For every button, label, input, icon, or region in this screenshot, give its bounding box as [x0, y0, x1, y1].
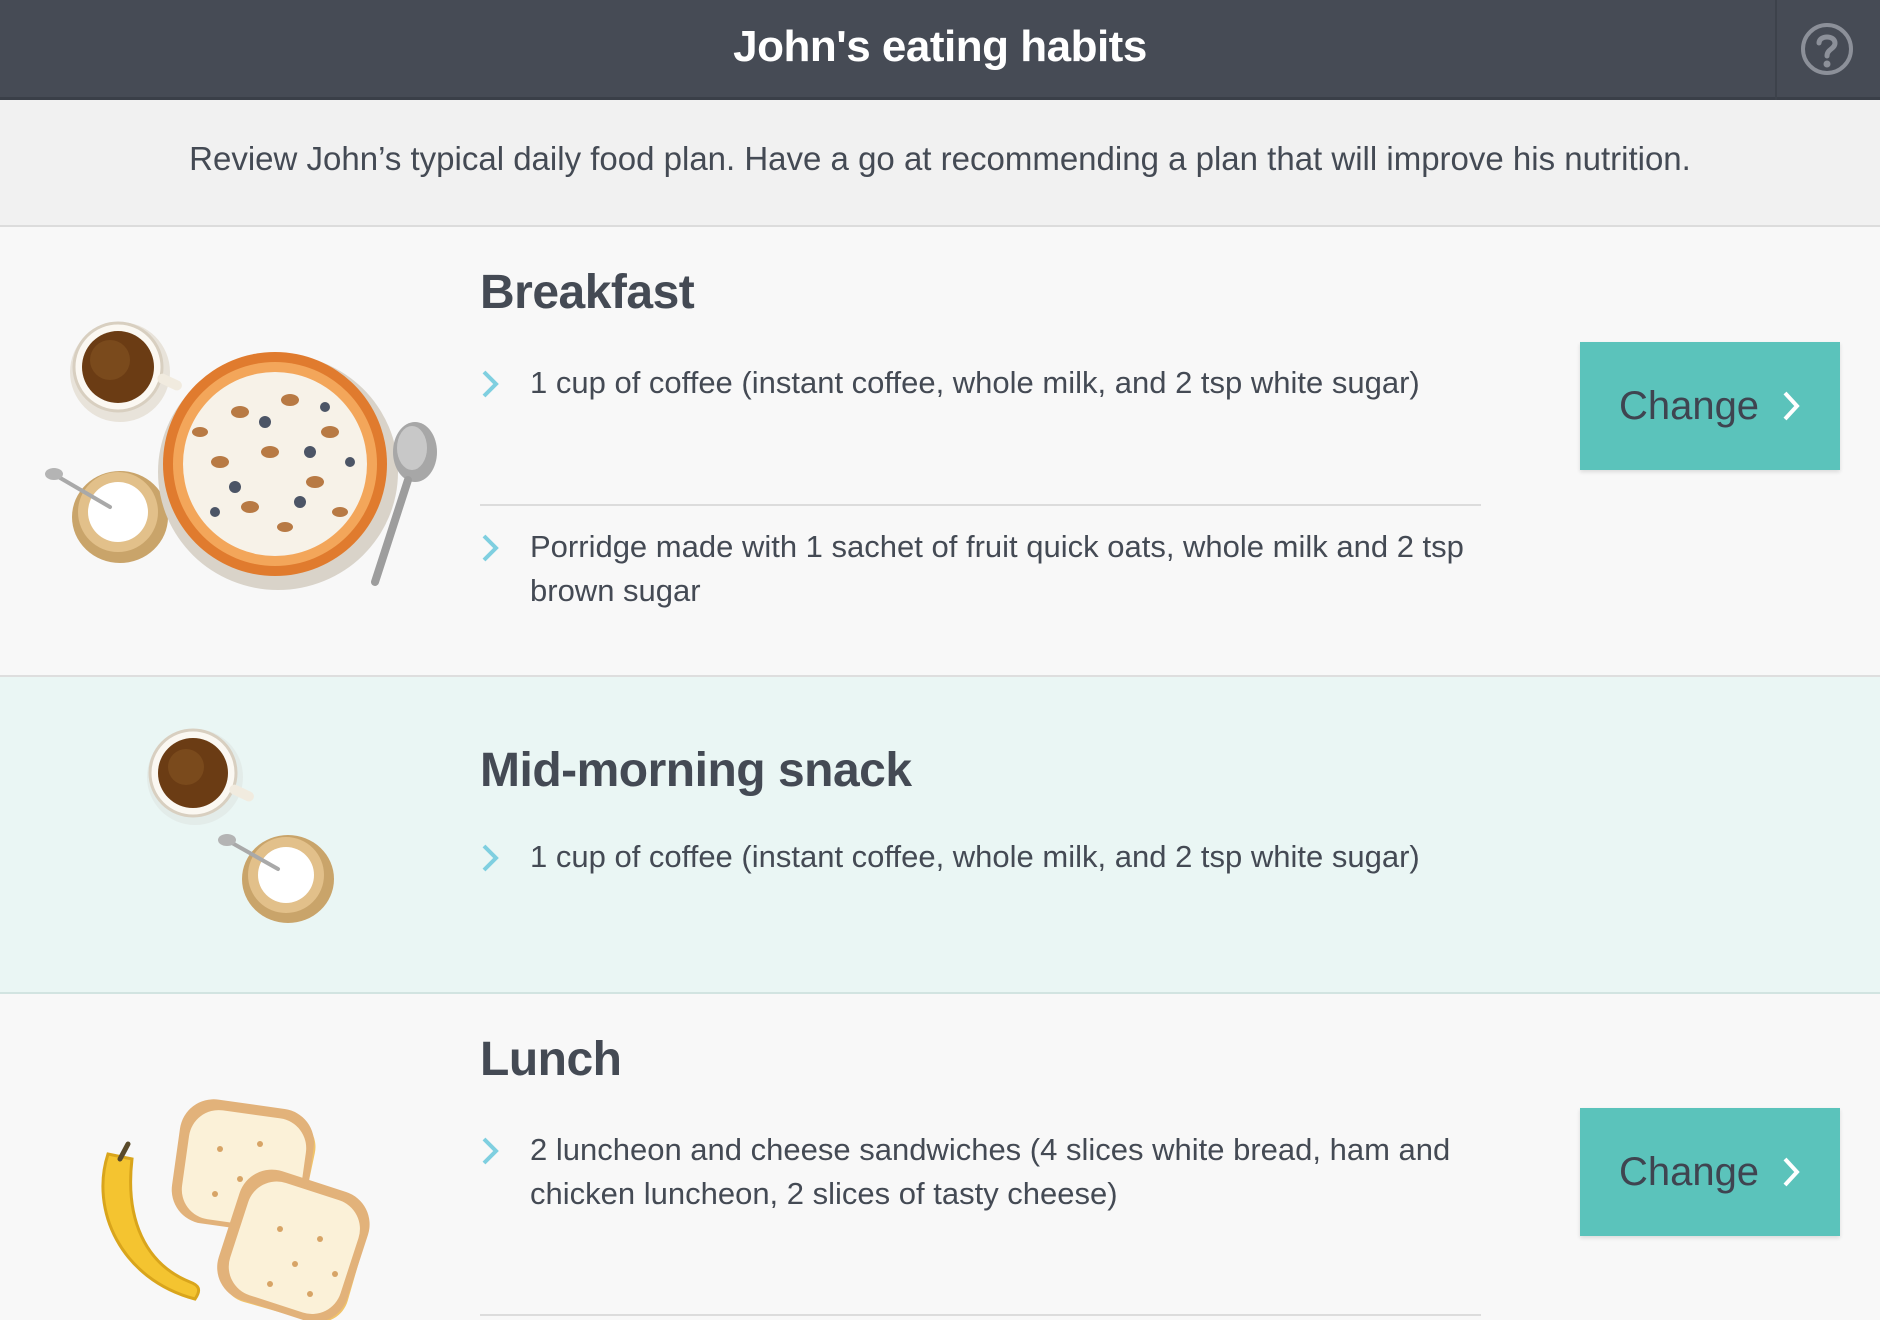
intro-text: Review John’s typical daily food plan. H…: [189, 140, 1691, 177]
meal-section-snack: Mid-morning snack 1 cup of coffee (insta…: [0, 677, 1880, 994]
list-item-text: 1 cup of coffee (instant coffee, whole m…: [530, 839, 1420, 874]
item-divider: [480, 1314, 1481, 1316]
intro-banner: Review John’s typical daily food plan. H…: [0, 100, 1880, 227]
meal-section-lunch: Lunch 2 luncheon and cheese sandwiches (…: [0, 994, 1880, 1320]
header-bar: John's eating habits: [0, 0, 1880, 100]
change-button-label: Change: [1618, 383, 1760, 428]
change-button-label: Change: [1618, 1149, 1760, 1194]
coffee-sugar-illustration: [147, 728, 334, 923]
chevron-right-icon: [1783, 1157, 1800, 1187]
coffee-sugar-porridge-illustration: [45, 321, 437, 590]
header-divider: [1775, 0, 1777, 100]
change-breakfast-button[interactable]: Change: [1580, 342, 1840, 470]
meal-title-snack: Mid-morning snack: [480, 744, 912, 797]
chevron-right-icon: [482, 844, 499, 872]
help-circle-icon[interactable]: [1799, 21, 1855, 77]
list-item-text: 1 cup of coffee (instant coffee, whole m…: [530, 365, 1420, 400]
list-item-text: 2 luncheon and cheese sandwiches (4 slic…: [530, 1132, 1451, 1211]
chevron-right-icon: [482, 370, 499, 398]
page-title: John's eating habits: [733, 22, 1147, 71]
banana-sandwiches-illustration: [101, 1099, 370, 1320]
list-item-text: Porridge made with 1 sachet of fruit qui…: [530, 529, 1464, 608]
meal-title-lunch: Lunch: [480, 1033, 622, 1086]
meal-title-breakfast: Breakfast: [480, 266, 695, 319]
item-divider: [480, 504, 1481, 506]
chevron-right-icon: [482, 534, 499, 562]
change-lunch-button[interactable]: Change: [1580, 1108, 1840, 1236]
meal-section-breakfast: Breakfast 1 cup of coffee (instant coffe…: [0, 227, 1880, 677]
chevron-right-icon: [1783, 391, 1800, 421]
chevron-right-icon: [482, 1137, 499, 1165]
